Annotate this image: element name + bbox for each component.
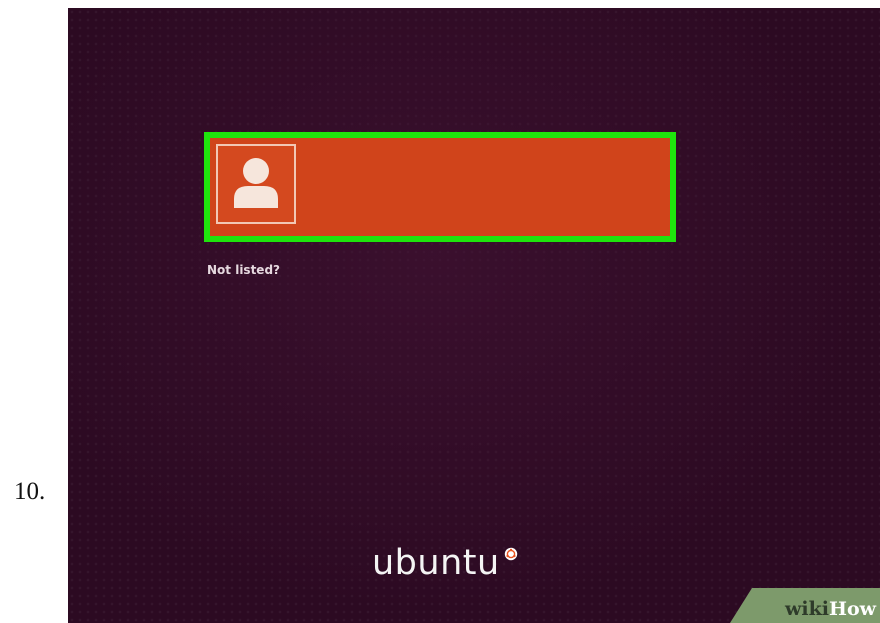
circle-of-friends-icon: [504, 547, 517, 561]
user-avatar-icon: [234, 158, 278, 208]
not-listed-link[interactable]: Not listed?: [207, 263, 280, 277]
ubuntu-wordmark: ubuntu: [372, 543, 500, 583]
step-number: 10.: [14, 478, 46, 505]
watermark-how: How: [829, 598, 876, 620]
user-row-highlight[interactable]: [204, 132, 676, 242]
ubuntu-logo: ubuntu: [372, 543, 518, 583]
user-name-label[interactable]: [306, 144, 664, 230]
watermark-wiki: wiki: [785, 598, 830, 620]
page: 10. Not listed? ubuntu wikiHow: [0, 0, 880, 623]
user-avatar[interactable]: [216, 144, 296, 224]
ubuntu-login-screen: Not listed? ubuntu wikiHow: [68, 8, 880, 623]
wikihow-watermark: wikiHow: [730, 588, 880, 623]
